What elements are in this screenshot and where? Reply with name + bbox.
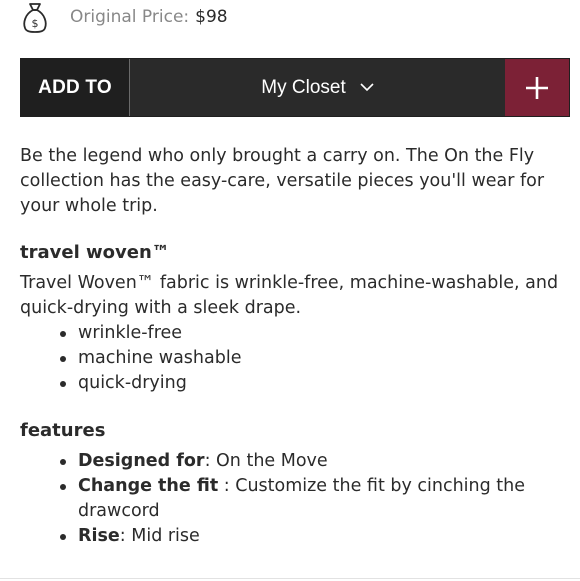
feature-value: On the Move: [216, 451, 328, 471]
list-item: quick-drying: [58, 371, 241, 396]
feature-value: Mid rise: [131, 526, 200, 546]
product-description: Be the legend who only brought a carry o…: [20, 146, 545, 216]
svg-text:$: $: [32, 17, 39, 30]
feature-key: Designed for: [78, 451, 205, 471]
travel-woven-text: Travel Woven™ fabric is wrinkle-free, ma…: [20, 273, 559, 318]
chevron-down-icon: [360, 83, 374, 92]
travel-woven-bullets: wrinkle-free machine washable quick-dryi…: [58, 321, 241, 396]
divider: [0, 578, 580, 579]
add-to-list-bar: ADD TO My Closet: [20, 58, 570, 117]
original-price-row: $ Original Price: $98: [20, 0, 228, 34]
feature-item: Change the fit : Customize the fit by ci…: [58, 474, 528, 524]
feature-separator: :: [218, 476, 236, 496]
features-list: Designed for: On the Move Change the fit…: [58, 449, 528, 549]
feature-item: Designed for: On the Move: [58, 449, 528, 474]
feature-item: Rise: Mid rise: [58, 524, 528, 549]
feature-separator: :: [119, 526, 132, 546]
feature-key: Rise: [78, 526, 120, 546]
travel-woven-heading: travel woven™: [20, 242, 170, 263]
plus-icon: [526, 76, 548, 99]
list-item: wrinkle-free: [58, 321, 241, 346]
feature-key: Change the fit: [78, 476, 219, 496]
original-price-value: $98: [195, 7, 228, 27]
original-price-label: Original Price:: [70, 7, 190, 27]
features-heading: features: [20, 420, 106, 441]
money-bag-icon: $: [23, 3, 47, 33]
feature-separator: :: [204, 451, 217, 471]
add-to-button[interactable]: ADD TO: [21, 59, 130, 116]
list-item: machine washable: [58, 346, 241, 371]
list-select-dropdown[interactable]: My Closet: [130, 59, 505, 116]
list-select-value: My Closet: [261, 76, 346, 98]
add-plus-button[interactable]: [505, 59, 569, 116]
